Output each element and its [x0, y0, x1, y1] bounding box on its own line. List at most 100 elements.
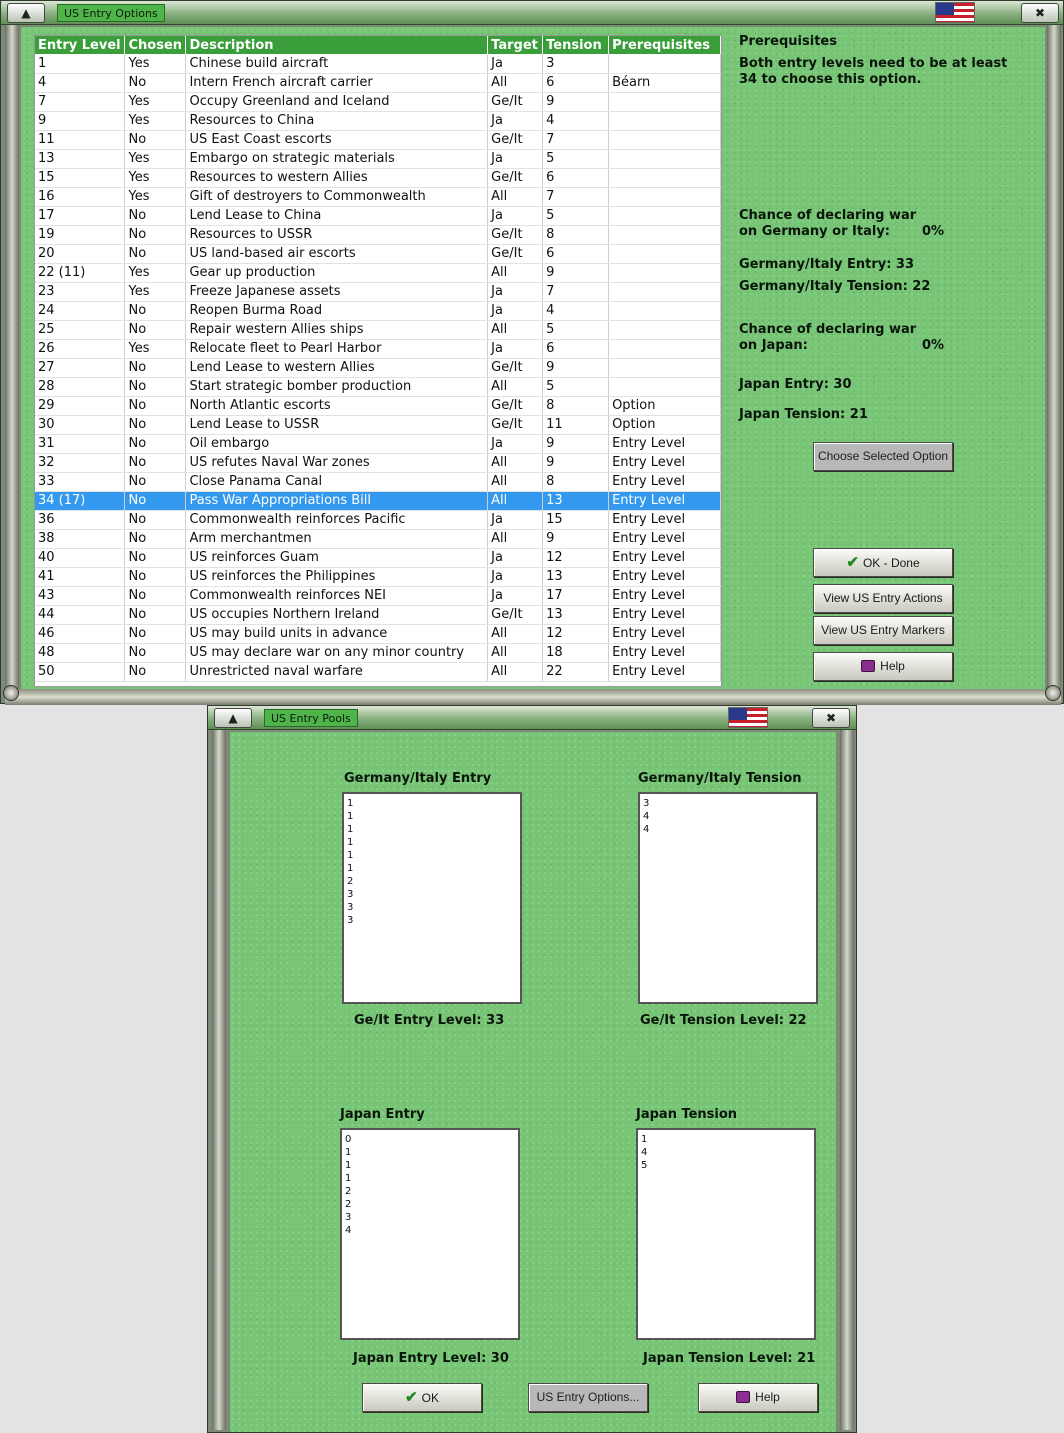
cell-target: Ja	[487, 586, 544, 606]
cell-target: Ja	[487, 149, 544, 169]
col-description[interactable]: Description	[185, 36, 489, 54]
cell-description: Freeze Japanese assets	[185, 282, 489, 302]
table-row[interactable]: 16 Yes Gift of destroyers to Commonwealth A…	[35, 187, 721, 207]
cell-target: Ja	[487, 548, 544, 568]
table-row[interactable]: 38 No Arm merchantmen All 9 Entry Level	[35, 529, 721, 549]
table-row[interactable]: 44 No US occupies Northern Ireland Ge/It 13 E…	[35, 605, 721, 625]
table-row[interactable]: 26 Yes Relocate fleet to Pearl Harbor Ja 6	[35, 339, 721, 359]
table-row[interactable]: 43 No Commonwealth reinforces NEI Ja 17 Entry…	[35, 586, 721, 606]
col-entry-level[interactable]: Entry Level	[35, 36, 126, 54]
ge-entry-pool-label: Germany/Italy Entry	[344, 771, 492, 786]
minimize-button[interactable]: ▲	[214, 708, 252, 728]
help-book-icon	[736, 1391, 751, 1403]
view-entry-markers-button[interactable]: View US Entry Markers	[813, 616, 953, 645]
pool-item: 1	[347, 863, 354, 874]
minimize-button[interactable]: ▲	[7, 3, 45, 23]
cell-chosen: No	[124, 130, 187, 150]
cell-tension: 13	[542, 567, 610, 587]
us-flag-icon	[728, 707, 768, 728]
table-row[interactable]: 23 Yes Freeze Japanese assets Ja 7	[35, 282, 721, 302]
pool-item: 1	[345, 1160, 352, 1171]
cell-entry-level: 22 (11)	[35, 263, 126, 283]
cell-entry-level: 48	[35, 643, 126, 663]
cell-prerequisites	[608, 339, 721, 359]
table-row[interactable]: 46 No US may build units in advance All 12 En…	[35, 624, 721, 644]
table-row[interactable]: 7 Yes Occupy Greenland and Iceland Ge/It 9	[35, 92, 721, 112]
prereq-text-1: Both entry levels need to be at least	[739, 56, 1008, 71]
ja-entry-pool-list[interactable]: 0 1 1 1 2 2 3 4	[340, 1128, 520, 1340]
col-target[interactable]: Target	[487, 36, 544, 54]
table-row[interactable]: 41 No US reinforces the Philippines Ja 13 Ent…	[35, 567, 721, 587]
col-tension[interactable]: Tension	[542, 36, 610, 54]
prereq-title: Prerequisites	[739, 34, 837, 49]
pools-titlebar[interactable]: ▲ US Entry Pools ✖	[208, 706, 856, 730]
close-button[interactable]: ✖	[812, 708, 850, 728]
pool-item: 1	[347, 811, 354, 822]
table-row[interactable]: 40 No US reinforces Guam Ja 12 Entry Level	[35, 548, 721, 568]
table-row[interactable]: 50 No Unrestricted naval warfare All 22 Entry…	[35, 662, 721, 682]
cell-prerequisites	[608, 244, 721, 264]
cell-prerequisites: Entry Level	[608, 491, 721, 511]
pool-item: 5	[641, 1160, 648, 1171]
table-row[interactable]: 48 No US may declare war on any minor coun…	[35, 643, 721, 663]
cell-chosen: No	[124, 453, 187, 473]
ge-entry-pool-list[interactable]: 1 1 1 1 1 1 2 3 3 3	[342, 792, 522, 1004]
ja-tension-pool-list[interactable]: 1 4 5	[636, 1128, 816, 1340]
table-row[interactable]: 19 No Resources to USSR Ge/It 8	[35, 225, 721, 245]
table-row[interactable]: 32 No US refutes Naval War zones All 9 Entry …	[35, 453, 721, 473]
table-row[interactable]: 22 (11) Yes Gear up production All 9	[35, 263, 721, 283]
cell-chosen: Yes	[124, 111, 187, 131]
choose-selected-option-button[interactable]: Choose Selected Option	[813, 442, 953, 471]
table-row[interactable]: 1 Yes Chinese build aircraft Ja 3	[35, 54, 721, 74]
view-entry-actions-button[interactable]: View US Entry Actions	[813, 584, 953, 613]
pool-item: 1	[347, 798, 354, 809]
cell-tension: 9	[542, 529, 610, 549]
table-row[interactable]: 20 No US land-based air escorts Ge/It 6	[35, 244, 721, 264]
cell-prerequisites: Entry Level	[608, 624, 721, 644]
close-button[interactable]: ✖	[1021, 3, 1059, 23]
cell-description: US reinforces the Philippines	[185, 567, 489, 587]
table-row[interactable]: 28 No Start strategic bomber production All…	[35, 377, 721, 397]
table-row[interactable]: 4 No Intern French aircraft carrier All 6 Béa…	[35, 73, 721, 93]
prereq-text-2: 34 to choose this option.	[739, 72, 922, 87]
pools-help-button[interactable]: Help	[698, 1383, 818, 1412]
cell-entry-level: 20	[35, 244, 126, 264]
cell-target: All	[487, 624, 544, 644]
table-row[interactable]: 17 No Lend Lease to China Ja 5	[35, 206, 721, 226]
table-row[interactable]: 13 Yes Embargo on strategic materials Ja 5	[35, 149, 721, 169]
cell-tension: 6	[542, 168, 610, 188]
table-row[interactable]: 25 No Repair western Allies ships All 5	[35, 320, 721, 340]
frame-right	[840, 730, 854, 1430]
pools-ok-label: OK	[421, 1391, 439, 1405]
table-row[interactable]: 34 (17) No Pass War Appropriations Bill All…	[35, 491, 721, 511]
ge-tension-pool-list[interactable]: 3 4 4	[638, 792, 818, 1004]
table-row[interactable]: 30 No Lend Lease to USSR Ge/It 11 Option	[35, 415, 721, 435]
help-button[interactable]: Help	[813, 652, 953, 681]
options-titlebar[interactable]: ▲ US Entry Options ✖	[1, 1, 1063, 25]
help-label: Help	[880, 659, 905, 673]
cell-prerequisites	[608, 92, 721, 112]
table-row[interactable]: 9 Yes Resources to China Ja 4	[35, 111, 721, 131]
table-row[interactable]: 11 No US East Coast escorts Ge/It 7	[35, 130, 721, 150]
cell-chosen: No	[124, 244, 187, 264]
col-chosen[interactable]: Chosen	[124, 36, 187, 54]
cell-entry-level: 44	[35, 605, 126, 625]
table-row[interactable]: 33 No Close Panama Canal All 8 Entry Level	[35, 472, 721, 492]
ja-entry-pool-label: Japan Entry	[340, 1107, 425, 1122]
col-prerequisites[interactable]: Prerequisites	[608, 36, 721, 54]
cell-tension: 13	[542, 491, 610, 511]
table-row[interactable]: 24 No Reopen Burma Road Ja 4	[35, 301, 721, 321]
cell-entry-level: 19	[35, 225, 126, 245]
pool-item: 1	[345, 1173, 352, 1184]
table-row[interactable]: 15 Yes Resources to western Allies Ge/It 6	[35, 168, 721, 188]
cell-chosen: No	[124, 529, 187, 549]
table-row[interactable]: 31 No Oil embargo Ja 9 Entry Level	[35, 434, 721, 454]
pools-ok-button[interactable]: ✔ OK	[362, 1383, 482, 1412]
ok-done-button[interactable]: ✔ OK - Done	[813, 548, 953, 577]
cell-entry-level: 36	[35, 510, 126, 530]
us-entry-options-button[interactable]: US Entry Options...	[528, 1383, 648, 1412]
table-row[interactable]: 29 No North Atlantic escorts Ge/It 8 Option	[35, 396, 721, 416]
table-row[interactable]: 27 No Lend Lease to western Allies Ge/It 9	[35, 358, 721, 378]
cell-prerequisites	[608, 54, 721, 74]
table-row[interactable]: 36 No Commonwealth reinforces Pacific Ja 15 E…	[35, 510, 721, 530]
